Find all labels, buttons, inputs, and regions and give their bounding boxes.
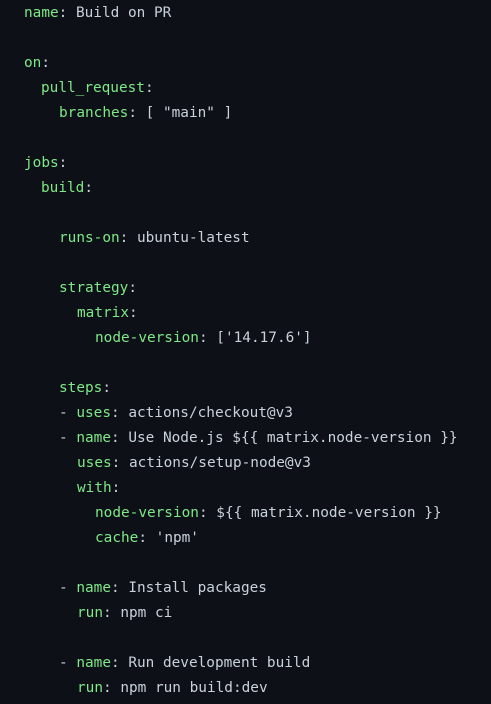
colon: :	[84, 180, 93, 196]
code-line-step-build-name: - name: Run development build	[0, 651, 491, 676]
yaml-key-name: name	[76, 430, 111, 446]
yaml-key-pull-request: pull_request	[41, 80, 145, 96]
colon: :	[110, 405, 129, 421]
code-line-runs-on: runs-on: ubuntu-latest	[0, 226, 491, 251]
code-line-jobs: jobs:	[0, 151, 491, 176]
colon: :	[41, 55, 50, 71]
code-editor[interactable]: name: Build on PR on: pull_request: bran…	[0, 0, 491, 704]
yaml-key-node-version: node-version	[95, 330, 199, 346]
yaml-key-on: on	[24, 55, 42, 71]
runs-on-value: ubuntu-latest	[136, 230, 250, 246]
code-line-steps: steps:	[0, 376, 491, 401]
code-line-build: build:	[0, 176, 491, 201]
yaml-key-name: name	[24, 5, 59, 21]
branches-value: [ "main" ]	[145, 105, 233, 121]
code-line-on: on:	[0, 51, 491, 76]
code-line-step-checkout: - uses: actions/checkout@v3	[0, 401, 491, 426]
code-line-strategy: strategy:	[0, 276, 491, 301]
yaml-key-uses: uses	[77, 455, 112, 471]
yaml-key-steps: steps	[59, 380, 103, 396]
colon: :	[138, 530, 156, 546]
yaml-key-name: name	[76, 580, 111, 596]
colon: :	[110, 430, 129, 446]
uses-value: actions/setup-node@v3	[128, 455, 311, 471]
uses-value: actions/checkout@v3	[128, 405, 293, 421]
yaml-key-jobs: jobs	[24, 155, 59, 171]
colon: :	[111, 455, 129, 471]
yaml-key-uses: uses	[76, 405, 111, 421]
code-line-cache: cache: 'npm'	[0, 526, 491, 551]
yaml-key-with: with	[77, 480, 112, 496]
code-line-step-build-run: run: npm run build:dev	[0, 676, 491, 701]
yaml-key-branches: branches	[59, 105, 129, 121]
step-name-value: Install packages	[128, 580, 267, 596]
code-line-with: with:	[0, 476, 491, 501]
colon: :	[58, 5, 76, 21]
node-version-value: ['14.17.6']	[216, 330, 312, 346]
colon: :	[198, 505, 217, 521]
yaml-key-matrix: matrix	[77, 305, 129, 321]
list-dash: -	[59, 405, 77, 421]
colon: :	[144, 80, 154, 96]
yaml-key-runs-on: runs-on	[59, 230, 120, 246]
colon: :	[111, 480, 121, 496]
yaml-key-strategy: strategy	[59, 280, 129, 296]
yaml-key-run: run	[77, 680, 103, 696]
colon: :	[58, 155, 68, 171]
with-node-version-value: ${{ matrix.node-version }}	[216, 505, 442, 521]
colon: :	[103, 605, 121, 621]
yaml-key-node-version: node-version	[95, 505, 199, 521]
colon: :	[128, 105, 146, 121]
code-line-step-setup-node-name: - name: Use Node.js ${{ matrix.node-vers…	[0, 426, 491, 451]
colon: :	[119, 230, 137, 246]
yaml-key-run: run	[77, 605, 103, 621]
list-dash: -	[59, 655, 77, 671]
code-line-branches: branches: [ "main" ]	[0, 101, 491, 126]
yaml-key-name: name	[76, 655, 111, 671]
colon: :	[110, 655, 129, 671]
code-line-step-install-run: run: npm ci	[0, 601, 491, 626]
colon: :	[128, 305, 138, 321]
colon: :	[103, 680, 121, 696]
yaml-key-cache: cache	[95, 530, 139, 546]
step-name-value: Run development build	[128, 655, 311, 671]
code-line-name: name: Build on PR	[0, 1, 491, 26]
code-line-step-install-name: - name: Install packages	[0, 576, 491, 601]
code-line-pull-request: pull_request:	[0, 76, 491, 101]
colon: :	[102, 380, 111, 396]
workflow-name-value: Build on PR	[75, 5, 172, 21]
colon: :	[198, 330, 217, 346]
run-value: npm run build:dev	[120, 680, 268, 696]
colon: :	[128, 280, 137, 296]
code-line-matrix: matrix:	[0, 301, 491, 326]
step-name-value: Use Node.js ${{ matrix.node-version }}	[128, 430, 458, 446]
yaml-key-build: build	[41, 180, 85, 196]
list-dash: -	[59, 580, 77, 596]
code-line-step-setup-node-uses: uses: actions/setup-node@v3	[0, 451, 491, 476]
code-line-node-version: node-version: ['14.17.6']	[0, 326, 491, 351]
colon: :	[110, 580, 129, 596]
code-line-with-node-version: node-version: ${{ matrix.node-version }}	[0, 501, 491, 526]
run-value: npm ci	[120, 605, 173, 621]
cache-value: 'npm'	[155, 530, 199, 546]
list-dash: -	[59, 430, 77, 446]
